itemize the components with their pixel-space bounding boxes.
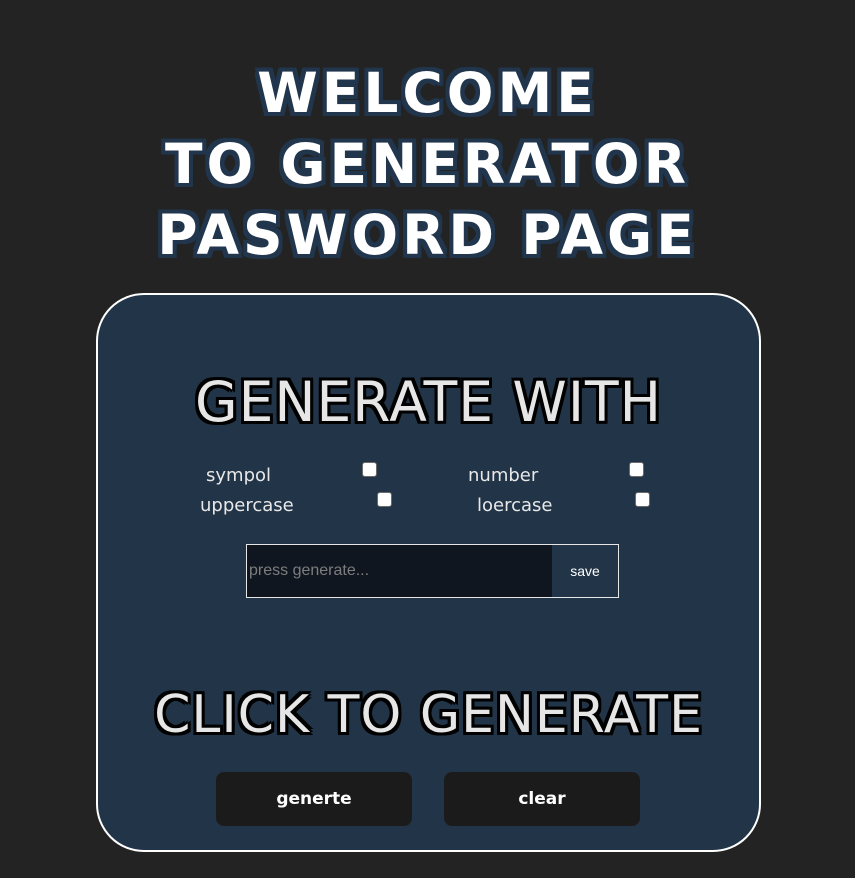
option-label-uppercase: uppercase — [200, 495, 294, 516]
generate-button[interactable]: generte — [216, 772, 412, 826]
welcome-line-3: PASWORD PAGE — [157, 203, 698, 267]
option-checkbox-symbol[interactable] — [362, 462, 377, 477]
save-button[interactable]: save — [552, 545, 618, 597]
welcome-line-2: TO GENERATOR — [164, 132, 690, 196]
password-output-field[interactable] — [247, 545, 552, 597]
welcome-title: WELCOME TO GENERATOR PASWORD PAGE — [0, 58, 855, 271]
action-heading: CLICK TO GENERATE — [154, 685, 703, 745]
option-label-number: number — [468, 465, 539, 486]
welcome-line-1: WELCOME — [257, 61, 598, 125]
option-checkbox-lowercase[interactable] — [635, 492, 650, 507]
option-label-symbol: sympol — [206, 465, 272, 486]
options-heading: GENERATE WITH — [195, 370, 662, 434]
option-checkbox-number[interactable] — [629, 462, 644, 477]
option-label-lowercase: loercase — [477, 495, 553, 516]
password-output-group: save — [246, 544, 619, 598]
option-checkbox-uppercase[interactable] — [377, 492, 392, 507]
generator-card: GENERATE WITH sympol number uppercase lo… — [96, 293, 761, 852]
clear-button[interactable]: clear — [444, 772, 640, 826]
page: WELCOME TO GENERATOR PASWORD PAGE GENERA… — [0, 0, 855, 878]
